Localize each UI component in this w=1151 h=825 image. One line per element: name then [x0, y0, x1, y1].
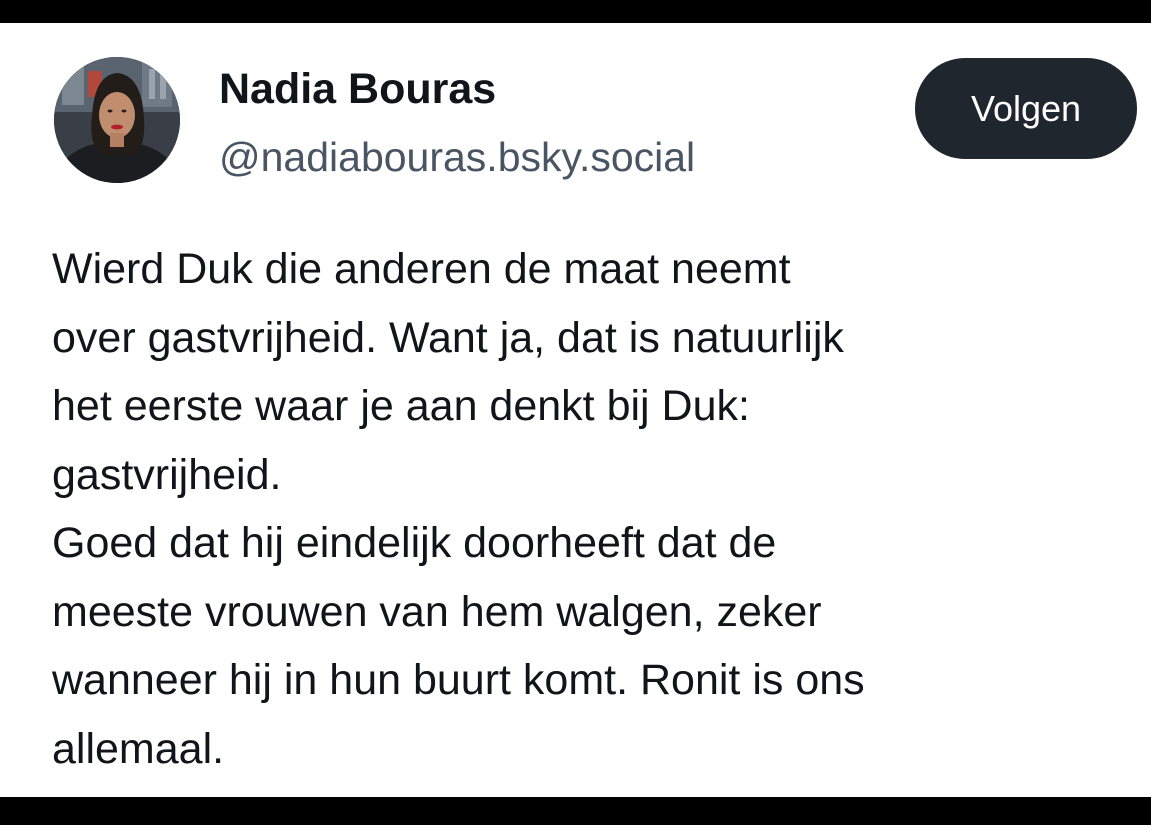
follow-button[interactable]: Volgen — [915, 58, 1137, 159]
post-paragraph: Goed dat hij eindelijk doorheeft dat de … — [52, 519, 865, 773]
post-paragraph: Wierd Duk die anderen de maat neemt over… — [52, 245, 844, 499]
screenshot-frame-bottom — [0, 797, 1151, 825]
screenshot-frame-top — [0, 0, 1151, 23]
author-handle[interactable]: @nadiabouras.bsky.social — [219, 137, 695, 178]
profile-photo-icon — [54, 57, 180, 183]
author-display-name[interactable]: Nadia Bouras — [219, 68, 496, 111]
post-body: Wierd Duk die anderen de maat neemt over… — [52, 235, 1132, 783]
post-card: Nadia Bouras @nadiabouras.bsky.social Vo… — [0, 23, 1151, 797]
author-avatar[interactable] — [54, 57, 180, 183]
